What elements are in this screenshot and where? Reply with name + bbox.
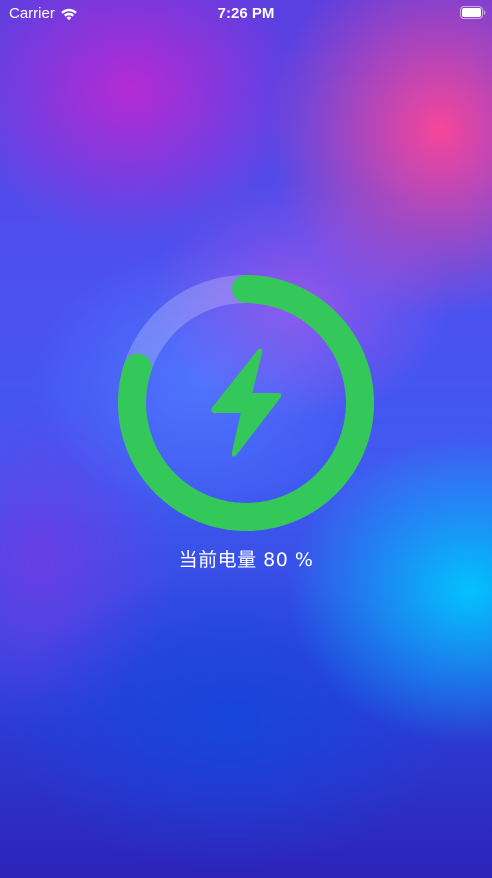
battery-icon bbox=[460, 6, 486, 19]
battery-level-label: 当前电量 80 % bbox=[178, 549, 314, 571]
lightning-bolt-icon bbox=[209, 346, 283, 460]
status-bar: Carrier 7:26 PM bbox=[0, 0, 492, 26]
status-time: 7:26 PM bbox=[217, 5, 275, 22]
